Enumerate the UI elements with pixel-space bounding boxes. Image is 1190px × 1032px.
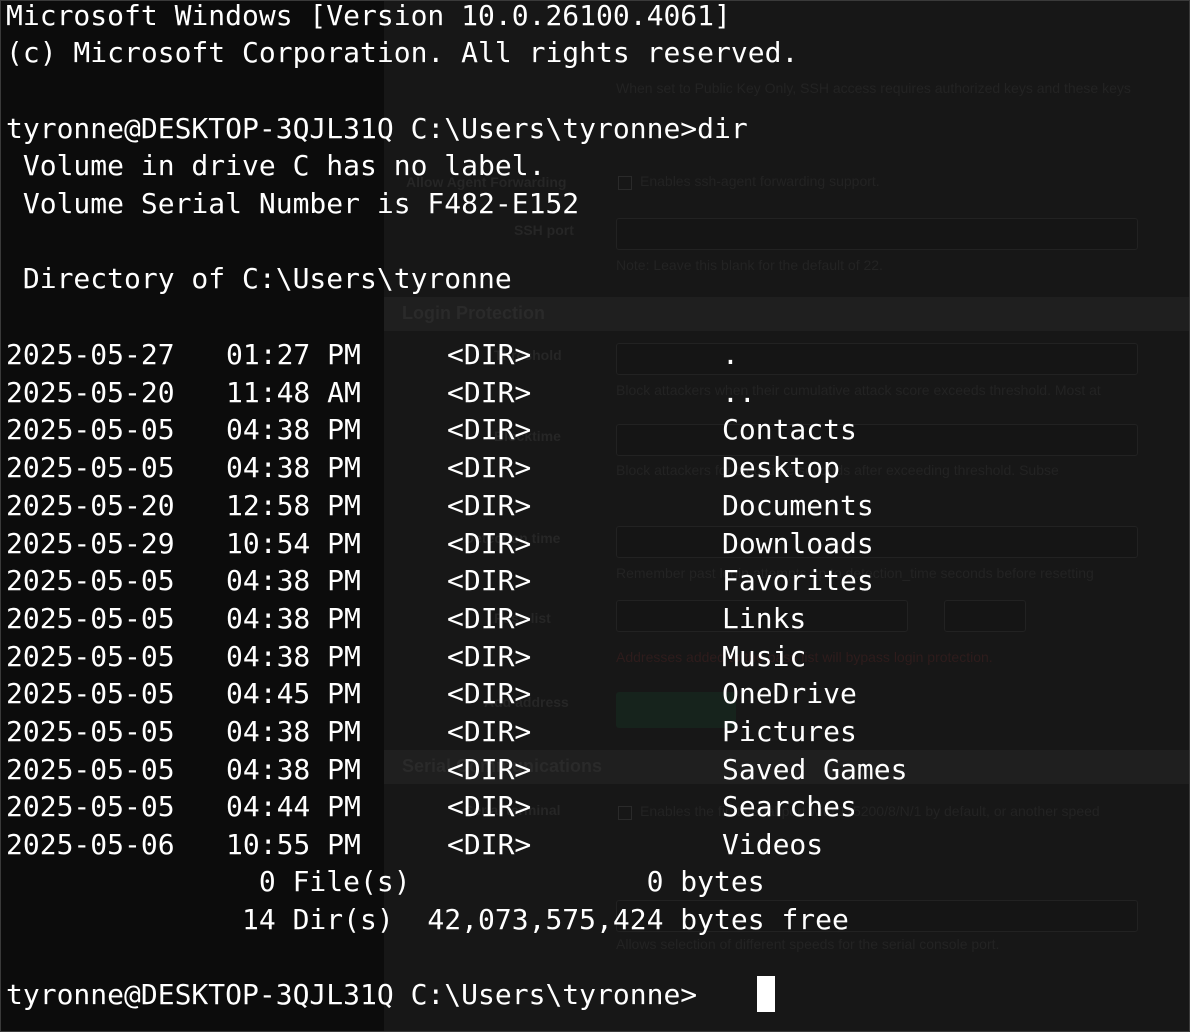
entry-date: 2025-05-29 (6, 526, 175, 560)
entry-date: 2025-05-05 (6, 715, 175, 748)
entry-type: <DIR> (447, 526, 532, 560)
entry-date: 2025-05-05 (6, 601, 175, 635)
entry-type: <DIR> (447, 375, 532, 409)
entry-date: 2025-05-20 (6, 375, 175, 409)
entry-date: 2025-05-05 (6, 413, 175, 447)
entry-type: <DIR> (447, 677, 532, 711)
entry-date: 2025-05-20 (6, 488, 175, 522)
terminal-window[interactable]: Microsoft Windows [Version 10.0.26100.40… (0, 0, 1190, 1032)
entry-time: 11:48 AM (226, 375, 361, 409)
entry-time: 04:44 PM (226, 790, 361, 824)
entry-name: . (722, 338, 739, 371)
entry-time: 04:38 PM (226, 639, 361, 673)
directory-of-line: Directory of C:\Users\tyronne (6, 262, 512, 295)
entry-time: 04:38 PM (226, 715, 361, 748)
entry-name: Documents (722, 488, 874, 522)
entry-name: OneDrive (722, 677, 857, 711)
entry-time: 04:38 PM (226, 413, 361, 447)
entry-date: 2025-05-06 (6, 828, 175, 862)
entry-date: 2025-05-05 (6, 677, 175, 711)
entry-name: Videos (722, 828, 824, 862)
entry-type: <DIR> (447, 828, 532, 862)
entry-name: Music (722, 639, 807, 673)
entry-type: <DIR> (447, 413, 532, 447)
entry-time: 04:38 PM (226, 752, 361, 786)
entry-date: 2025-05-05 (6, 451, 175, 485)
command-text: dir (697, 112, 748, 145)
entry-name: Pictures (722, 715, 857, 748)
entry-type: <DIR> (447, 601, 532, 635)
entry-type: <DIR> (447, 639, 532, 673)
text-cursor (757, 976, 775, 1012)
entry-date: 2025-05-05 (6, 564, 175, 598)
entry-name: .. (722, 375, 756, 409)
prompt: tyronne@DESKTOP-3QJL31Q C:\Users\tyronne… (6, 112, 698, 145)
entry-date: 2025-05-05 (6, 639, 175, 673)
command-line: tyronne@DESKTOP-3QJL31Q C:\Users\tyronne… (6, 110, 748, 148)
entry-type: <DIR> (447, 564, 532, 598)
entry-name: Desktop (722, 451, 841, 485)
entry-time: 10:54 PM (226, 526, 361, 560)
final-prompt[interactable]: tyronne@DESKTOP-3QJL31Q C:\Users\tyronne… (6, 976, 697, 1014)
entry-time: 04:38 PM (226, 451, 361, 485)
volume-label-line: Volume in drive C has no label. (6, 149, 546, 182)
entry-time: 12:58 PM (226, 488, 361, 522)
entry-time: 10:55 PM (226, 828, 361, 862)
entry-date: 2025-05-05 (6, 790, 175, 824)
version-banner: Microsoft Windows [Version 10.0.26100.40… (6, 0, 731, 32)
entry-type: <DIR> (447, 790, 532, 824)
entry-type: <DIR> (447, 752, 532, 786)
entry-name: Links (722, 601, 807, 635)
serial-number-line: Volume Serial Number is F482-E152 (6, 187, 580, 220)
entry-name: Searches (722, 790, 857, 824)
entry-name: Favorites (722, 564, 874, 598)
entry-date: 2025-05-05 (6, 752, 175, 786)
entry-time: 04:45 PM (226, 677, 361, 711)
files-summary: 0 File(s) 0 bytes (6, 865, 765, 898)
entry-time: 01:27 PM (226, 338, 361, 371)
entry-name: Saved Games (722, 752, 908, 786)
entry-name: Downloads (722, 526, 874, 560)
copyright-line: (c) Microsoft Corporation. All rights re… (6, 36, 799, 69)
entry-date: 2025-05-27 (6, 338, 175, 371)
entry-time: 04:38 PM (226, 601, 361, 635)
entry-type: <DIR> (447, 488, 532, 522)
entry-type: <DIR> (447, 451, 532, 485)
entry-type: <DIR> (447, 715, 532, 748)
dirs-summary: 14 Dir(s) 42,073,575,424 bytes free (6, 903, 849, 936)
entry-name: Contacts (722, 413, 857, 447)
entry-type: <DIR> (447, 338, 532, 371)
entry-time: 04:38 PM (226, 564, 361, 598)
